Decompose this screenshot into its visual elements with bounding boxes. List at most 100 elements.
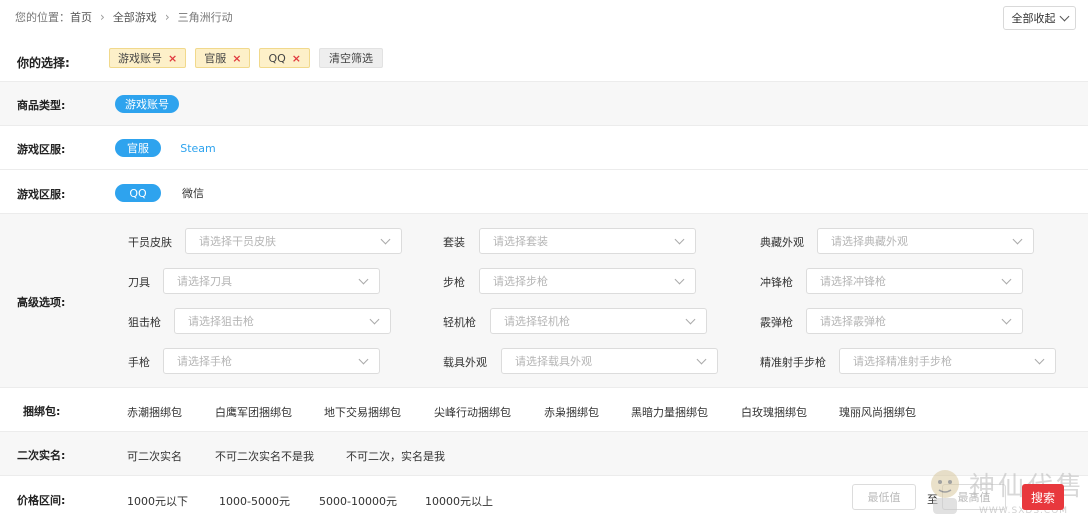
select-placeholder: 请选择轻机枪 [504, 315, 570, 328]
price-option[interactable]: 1000-5000元 [219, 493, 290, 509]
filter-chip-official[interactable]: 官服 × [195, 48, 251, 68]
vehicle-appearance-select[interactable]: 请选择载具外观 [501, 348, 718, 374]
chevron-right-icon: › [164, 10, 170, 24]
chip-label: 官服 [204, 52, 227, 65]
price-option[interactable]: 5000-10000元 [319, 493, 397, 509]
bundle-option[interactable]: 白玫瑰捆绑包 [741, 404, 807, 420]
chevron-down-icon [674, 234, 685, 245]
smg-select[interactable]: 请选择冲锋枪 [806, 268, 1023, 294]
bundle-option[interactable]: 赤潮捆绑包 [127, 404, 182, 420]
bundle-row: 捆绑包: 赤潮捆绑包 白鹰军团捆绑包 地下交易捆绑包 尖峰行动捆绑包 赤枭捆绑包… [0, 387, 1088, 431]
bundle-option[interactable]: 尖峰行动捆绑包 [434, 404, 511, 420]
chevron-down-icon [1001, 314, 1012, 325]
select-placeholder: 请选择载具外观 [515, 355, 592, 368]
chevron-down-icon [696, 354, 707, 365]
rifle-select[interactable]: 请选择步枪 [479, 268, 696, 294]
filter-chip-qq[interactable]: QQ × [259, 48, 310, 68]
real-name-option[interactable]: 不可二次实名不是我 [215, 448, 314, 464]
login-region-row: 游戏区服: QQ 微信 [0, 169, 1088, 213]
bundle-option[interactable]: 地下交易捆绑包 [324, 404, 401, 420]
field-label: 刀具 [128, 276, 150, 289]
server-region-label: 游戏区服: [17, 143, 66, 156]
select-placeholder: 请选择冲锋枪 [820, 275, 886, 288]
breadcrumb: 您的位置： 首页 › 全部游戏 › 三角洲行动 [15, 9, 233, 25]
product-type-row: 商品类型: 游戏账号 [0, 81, 1088, 125]
price-option[interactable]: 10000元以上 [425, 493, 493, 509]
remove-icon[interactable]: × [168, 52, 177, 65]
outfit-select[interactable]: 请选择套装 [479, 228, 696, 254]
marksman-rifle-select[interactable]: 请选择精准射手步枪 [839, 348, 1056, 374]
field-label: 狙击枪 [128, 316, 161, 329]
select-placeholder: 请选择步枪 [493, 275, 548, 288]
field-label: 精准射手步枪 [760, 356, 826, 369]
field-label: 载具外观 [443, 356, 487, 369]
remove-icon[interactable]: × [292, 52, 301, 65]
clear-filters-button[interactable]: 清空筛选 [318, 48, 383, 68]
min-price-input[interactable]: 最低值 [852, 484, 916, 510]
advanced-options-row: 高级选项: 干员皮肤 请选择干员皮肤 套装 请选择套装 典藏外观 请选择典藏外观… [0, 213, 1088, 387]
breadcrumb-prefix: 您的位置： [15, 11, 70, 24]
remove-icon[interactable]: × [232, 52, 241, 65]
option-official[interactable]: 官服 [115, 139, 161, 157]
chevron-down-icon [369, 314, 380, 325]
price-option[interactable]: 1000元以下 [127, 493, 188, 509]
select-placeholder: 请选择手枪 [177, 355, 232, 368]
filter-chip-game-account[interactable]: 游戏账号 × [109, 48, 187, 68]
collapse-all-button[interactable]: 全部收起 [1003, 6, 1076, 30]
breadcrumb-home[interactable]: 首页 [70, 9, 92, 25]
option-steam[interactable]: Steam [177, 139, 219, 157]
chevron-down-icon [1059, 11, 1069, 21]
selection-chips: 游戏账号 × 官服 × QQ × 清空筛选 [109, 48, 383, 68]
real-name-option[interactable]: 可二次实名 [127, 448, 182, 464]
chevron-right-icon: › [100, 10, 105, 24]
search-button[interactable]: 搜索 [1022, 484, 1064, 510]
select-placeholder: 请选择霰弹枪 [820, 315, 886, 328]
select-placeholder: 请选择精准射手步枪 [853, 355, 952, 368]
server-region-row: 游戏区服: 官服 Steam [0, 125, 1088, 169]
field-label: 手枪 [128, 356, 150, 369]
chevron-down-icon [1034, 354, 1045, 365]
option-game-account[interactable]: 游戏账号 [115, 95, 179, 113]
field-label: 冲锋枪 [760, 276, 793, 289]
min-price-placeholder: 最低值 [867, 491, 901, 504]
field-label: 干员皮肤 [128, 236, 172, 249]
select-placeholder: 请选择狙击枪 [188, 315, 254, 328]
option-wechat[interactable]: 微信 [177, 184, 209, 202]
bundle-option[interactable]: 白鹰军团捆绑包 [215, 404, 292, 420]
collection-appearance-select[interactable]: 请选择典藏外观 [817, 228, 1034, 254]
real-name-label: 二次实名: [17, 449, 66, 462]
price-label: 价格区间: [17, 494, 66, 507]
select-placeholder: 请选择套装 [493, 235, 548, 248]
select-placeholder: 请选择刀具 [177, 275, 232, 288]
field-label: 套装 [443, 236, 465, 249]
operator-skin-select[interactable]: 请选择干员皮肤 [185, 228, 402, 254]
shotgun-select[interactable]: 请选择霰弹枪 [806, 308, 1023, 334]
chevron-down-icon [1001, 274, 1012, 285]
breadcrumb-all-games[interactable]: 全部游戏 [113, 9, 157, 25]
selection-label: 你的选择: [17, 56, 70, 70]
bundle-label: 捆绑包: [23, 405, 61, 418]
field-label: 步枪 [443, 276, 465, 289]
chevron-down-icon [685, 314, 696, 325]
lmg-select[interactable]: 请选择轻机枪 [490, 308, 707, 334]
collapse-all-label: 全部收起 [1011, 12, 1056, 25]
bundle-option[interactable]: 赤枭捆绑包 [544, 404, 599, 420]
bundle-option[interactable]: 瑰丽风尚捆绑包 [839, 404, 916, 420]
chip-label: QQ [268, 51, 286, 65]
field-label: 霰弹枪 [760, 316, 793, 329]
sniper-select[interactable]: 请选择狙击枪 [174, 308, 391, 334]
bundle-option[interactable]: 黑暗力量捆绑包 [631, 404, 708, 420]
field-label: 典藏外观 [760, 236, 804, 249]
option-qq[interactable]: QQ [115, 184, 161, 202]
chevron-down-icon [380, 234, 391, 245]
pistol-select[interactable]: 请选择手枪 [163, 348, 380, 374]
chevron-down-icon [358, 354, 369, 365]
select-placeholder: 请选择干员皮肤 [199, 235, 276, 248]
selection-row: 你的选择: 游戏账号 × 官服 × QQ × 清空筛选 [0, 40, 1088, 80]
knife-select[interactable]: 请选择刀具 [163, 268, 380, 294]
field-label: 轻机枪 [443, 316, 476, 329]
login-region-label: 游戏区服: [17, 188, 66, 201]
chip-label: 游戏账号 [118, 52, 162, 65]
real-name-option[interactable]: 不可二次，实名是我 [346, 448, 445, 464]
chevron-down-icon [674, 274, 685, 285]
